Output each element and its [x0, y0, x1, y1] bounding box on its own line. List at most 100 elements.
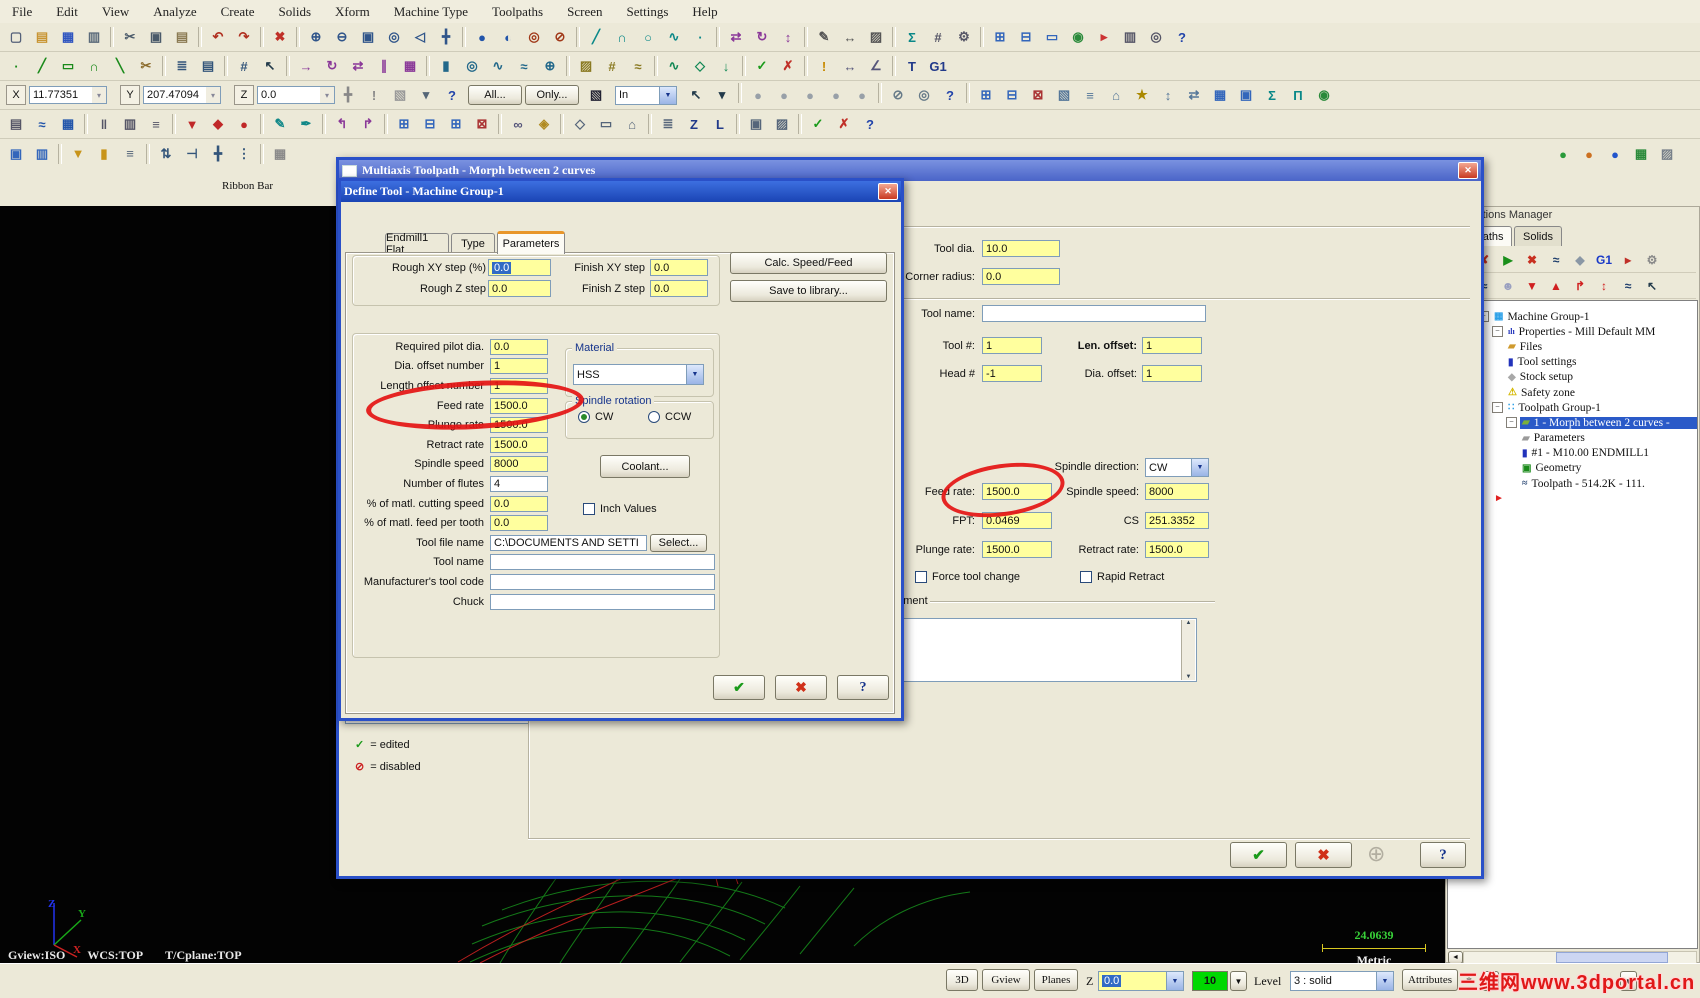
- flag-icon[interactable]: ▸: [1091, 25, 1117, 49]
- win-d-icon[interactable]: ⊠: [469, 112, 495, 136]
- menu-analyze[interactable]: Analyze: [141, 1, 208, 23]
- tree-expander-icon[interactable]: −: [1492, 402, 1503, 414]
- window-tile-icon[interactable]: ⊞: [987, 25, 1013, 49]
- color-box-icon[interactable]: ▨: [769, 112, 795, 136]
- field-required-pilot-dia[interactable]: 0.0: [490, 338, 548, 355]
- corner-radius-field[interactable]: 0.0: [982, 268, 1060, 285]
- inch-values-checkbox[interactable]: [583, 503, 595, 515]
- win-1-icon[interactable]: ⊞: [973, 83, 999, 107]
- field-tool-name[interactable]: [490, 554, 715, 571]
- verify-icon[interactable]: ◆: [1568, 248, 1592, 272]
- extrude-icon[interactable]: ▮: [433, 54, 459, 78]
- isoparm-icon[interactable]: ◇: [687, 54, 713, 78]
- screen-icon[interactable]: ▭: [1039, 25, 1065, 49]
- plane-box-icon[interactable]: ▭: [593, 112, 619, 136]
- tree-item[interactable]: ▣ Geometry: [1520, 462, 1583, 474]
- spindle-direction-select[interactable]: CW ▼: [1145, 458, 1209, 477]
- chain-3-icon[interactable]: ●: [797, 83, 823, 107]
- force-tool-change-checkbox[interactable]: [915, 571, 927, 583]
- help-button[interactable]: ?: [1420, 842, 1466, 868]
- comment-scrollbar[interactable]: ▲ ▼: [1181, 620, 1195, 680]
- target-icon[interactable]: ◎: [911, 83, 937, 107]
- y-dropdown-icon[interactable]: ▾: [206, 87, 220, 103]
- alert-icon[interactable]: !: [361, 83, 387, 107]
- chain-5-icon[interactable]: ●: [849, 83, 875, 107]
- sum-icon[interactable]: Σ: [899, 25, 925, 49]
- grid-3-icon[interactable]: ▦: [55, 112, 81, 136]
- menu-solids[interactable]: Solids: [267, 1, 324, 23]
- help-button[interactable]: ?: [837, 675, 889, 700]
- z-coordinate-input[interactable]: 0.0 ▾: [257, 86, 335, 104]
- create-fillet-icon[interactable]: ∩: [81, 54, 107, 78]
- point-icon[interactable]: ∙: [687, 25, 713, 49]
- pan-icon[interactable]: ╋: [433, 25, 459, 49]
- select-x-icon[interactable]: ✖: [1520, 248, 1544, 272]
- zoom-out-icon[interactable]: ⊖: [329, 25, 355, 49]
- redo-icon[interactable]: ↷: [231, 25, 257, 49]
- retract-rate-field[interactable]: 1500.0: [1145, 541, 1209, 558]
- pi-icon[interactable]: Π: [1285, 83, 1311, 107]
- level-combo-arrow-icon[interactable]: ▼: [1376, 972, 1393, 990]
- wcs-home-icon[interactable]: ⌂: [619, 112, 645, 136]
- field-manufacturer-s-tool-code[interactable]: [490, 573, 715, 590]
- help-round-icon[interactable]: ?: [439, 83, 465, 107]
- field-dia-offset-number[interactable]: 1: [490, 358, 548, 375]
- cut-icon[interactable]: ✂: [117, 25, 143, 49]
- chain-2-icon[interactable]: ●: [771, 83, 797, 107]
- surface-icon[interactable]: ▨: [573, 54, 599, 78]
- finish-xy-step-field[interactable]: 0.0: [650, 259, 708, 276]
- box-2-icon[interactable]: ▣: [1233, 83, 1259, 107]
- funnel-icon[interactable]: ▼: [65, 142, 91, 166]
- in-combo-arrow-icon[interactable]: ▼: [659, 86, 676, 104]
- z-depth-input[interactable]: 0.0 ▼: [1098, 971, 1184, 991]
- red-down-icon[interactable]: ▼: [179, 112, 205, 136]
- arc-icon[interactable]: ∩: [609, 25, 635, 49]
- field-of-matl-cutting-speed[interactable]: 0.0: [490, 495, 548, 512]
- field-retract-rate[interactable]: 1500.0: [490, 436, 548, 453]
- trim-icon[interactable]: ✂: [133, 54, 159, 78]
- help-icon[interactable]: ?: [1169, 25, 1195, 49]
- dia-offset-field[interactable]: 1: [1142, 365, 1202, 382]
- menu-xform[interactable]: Xform: [323, 1, 382, 23]
- check-2-icon[interactable]: ✓: [805, 112, 831, 136]
- attach-icon[interactable]: ╋: [335, 83, 361, 107]
- window-cascade-icon[interactable]: ⊟: [1013, 25, 1039, 49]
- paste-icon[interactable]: ▤: [169, 25, 195, 49]
- ok-button[interactable]: ✔: [713, 675, 765, 700]
- delete-icon[interactable]: ✖: [267, 25, 293, 49]
- gear-icon[interactable]: ⚙: [951, 25, 977, 49]
- tree-item[interactable]: ılı Properties - Mill Default MM: [1506, 326, 1657, 338]
- move-down-icon[interactable]: ▼: [1520, 274, 1544, 298]
- zoom-previous-icon[interactable]: ◁: [407, 25, 433, 49]
- red-diamond-icon[interactable]: ◆: [205, 112, 231, 136]
- box-green-icon[interactable]: ▦: [1628, 142, 1654, 166]
- lines-icon[interactable]: ≡: [117, 142, 143, 166]
- wireframe-off-icon[interactable]: ⊘: [547, 25, 573, 49]
- ok-button[interactable]: ✔: [1230, 842, 1287, 868]
- comment-textarea[interactable]: ▲ ▼: [900, 618, 1197, 682]
- menu-lines-icon[interactable]: ≣: [655, 112, 681, 136]
- new-icon[interactable]: ▢: [3, 25, 29, 49]
- x-coordinate-input[interactable]: 11.77351 ▾: [29, 86, 107, 104]
- all-button[interactable]: All...: [468, 85, 522, 105]
- pointer-2-icon[interactable]: ↖: [1640, 274, 1664, 298]
- len-offset-field[interactable]: 1: [1142, 337, 1202, 354]
- tab-endmill1-flat[interactable]: Endmill1 Flat: [385, 232, 449, 256]
- rough-xy-step-field[interactable]: 0.0: [488, 259, 551, 276]
- tool-number-field[interactable]: 1: [982, 337, 1042, 354]
- line-icon[interactable]: ╱: [583, 25, 609, 49]
- menu-help[interactable]: Help: [680, 1, 729, 23]
- material-select[interactable]: HSS ▼: [573, 364, 704, 385]
- calc-speed-feed-button[interactable]: Calc. Speed/Feed: [730, 252, 887, 274]
- tab-type[interactable]: Type: [451, 233, 495, 254]
- zoom-fit-icon[interactable]: ◎: [381, 25, 407, 49]
- world-icon[interactable]: ◉: [1065, 25, 1091, 49]
- spindle-speed-field[interactable]: 8000: [1145, 483, 1209, 500]
- globe-icon[interactable]: ◉: [1311, 83, 1337, 107]
- win-b-icon[interactable]: ⊟: [417, 112, 443, 136]
- tree-expander-icon[interactable]: −: [1492, 326, 1503, 338]
- chain-4-icon[interactable]: ●: [823, 83, 849, 107]
- layers-icon[interactable]: ▤: [195, 54, 221, 78]
- info-icon[interactable]: !: [811, 54, 837, 78]
- head-number-field[interactable]: -1: [982, 365, 1042, 382]
